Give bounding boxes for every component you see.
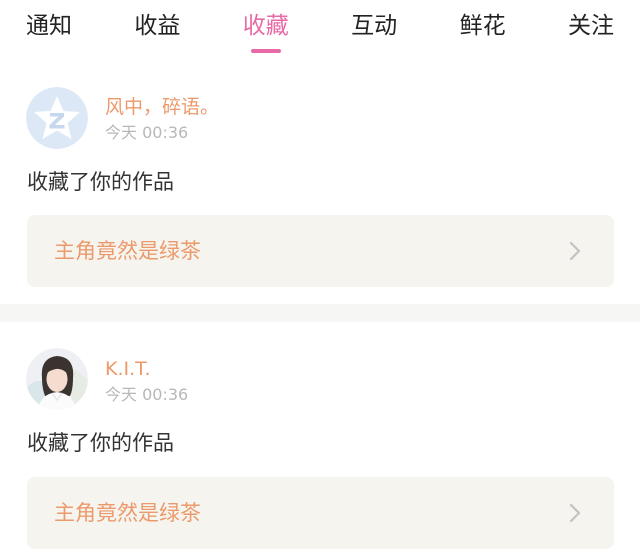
- action-text: 收藏了你的作品: [27, 431, 174, 455]
- work-title: 主角竟然是绿茶: [54, 501, 201, 525]
- tab-bar: 通知 收益 收藏 互动 鲜花 关注: [0, 0, 640, 62]
- tab-earnings[interactable]: 收益: [134, 10, 180, 60]
- timestamp: 今天 00:36: [105, 123, 189, 142]
- timestamp: 今天 00:36: [105, 385, 189, 404]
- user-name[interactable]: 风中，碎语。: [105, 95, 219, 119]
- tab-label: 互动: [351, 13, 398, 39]
- tab-flowers[interactable]: 鲜花: [460, 10, 506, 60]
- active-tab-indicator: [250, 49, 281, 53]
- chevron-right-icon: [569, 241, 581, 261]
- tab-label: 关注: [567, 13, 614, 39]
- user-name[interactable]: K.I.T.: [105, 357, 151, 381]
- tab-label: 通知: [26, 13, 72, 39]
- work-title: 主角竟然是绿茶: [54, 239, 201, 263]
- default-qq-avatar-icon[interactable]: [26, 87, 88, 149]
- tab-label: 收藏: [242, 13, 289, 39]
- tab-notifications[interactable]: 通知: [26, 10, 72, 60]
- tab-label: 收益: [134, 13, 181, 39]
- notification-card: K.I.T. 今天 00:36 收藏了你的作品 主角竟然是绿茶: [0, 322, 640, 555]
- tab-label: 鲜花: [459, 13, 506, 39]
- work-link[interactable]: 主角竟然是绿茶: [27, 477, 614, 549]
- user-photo-avatar[interactable]: [26, 348, 88, 410]
- action-text: 收藏了你的作品: [27, 170, 174, 194]
- tab-favorites[interactable]: 收藏: [243, 10, 289, 60]
- tab-interactions[interactable]: 互动: [351, 10, 397, 60]
- tab-following[interactable]: 关注: [568, 10, 614, 60]
- chevron-right-icon: [569, 503, 581, 523]
- work-link[interactable]: 主角竟然是绿茶: [27, 215, 614, 287]
- section-divider: [0, 304, 640, 322]
- notification-card: 风中，碎语。 今天 00:36 收藏了你的作品 主角竟然是绿茶: [0, 62, 640, 304]
